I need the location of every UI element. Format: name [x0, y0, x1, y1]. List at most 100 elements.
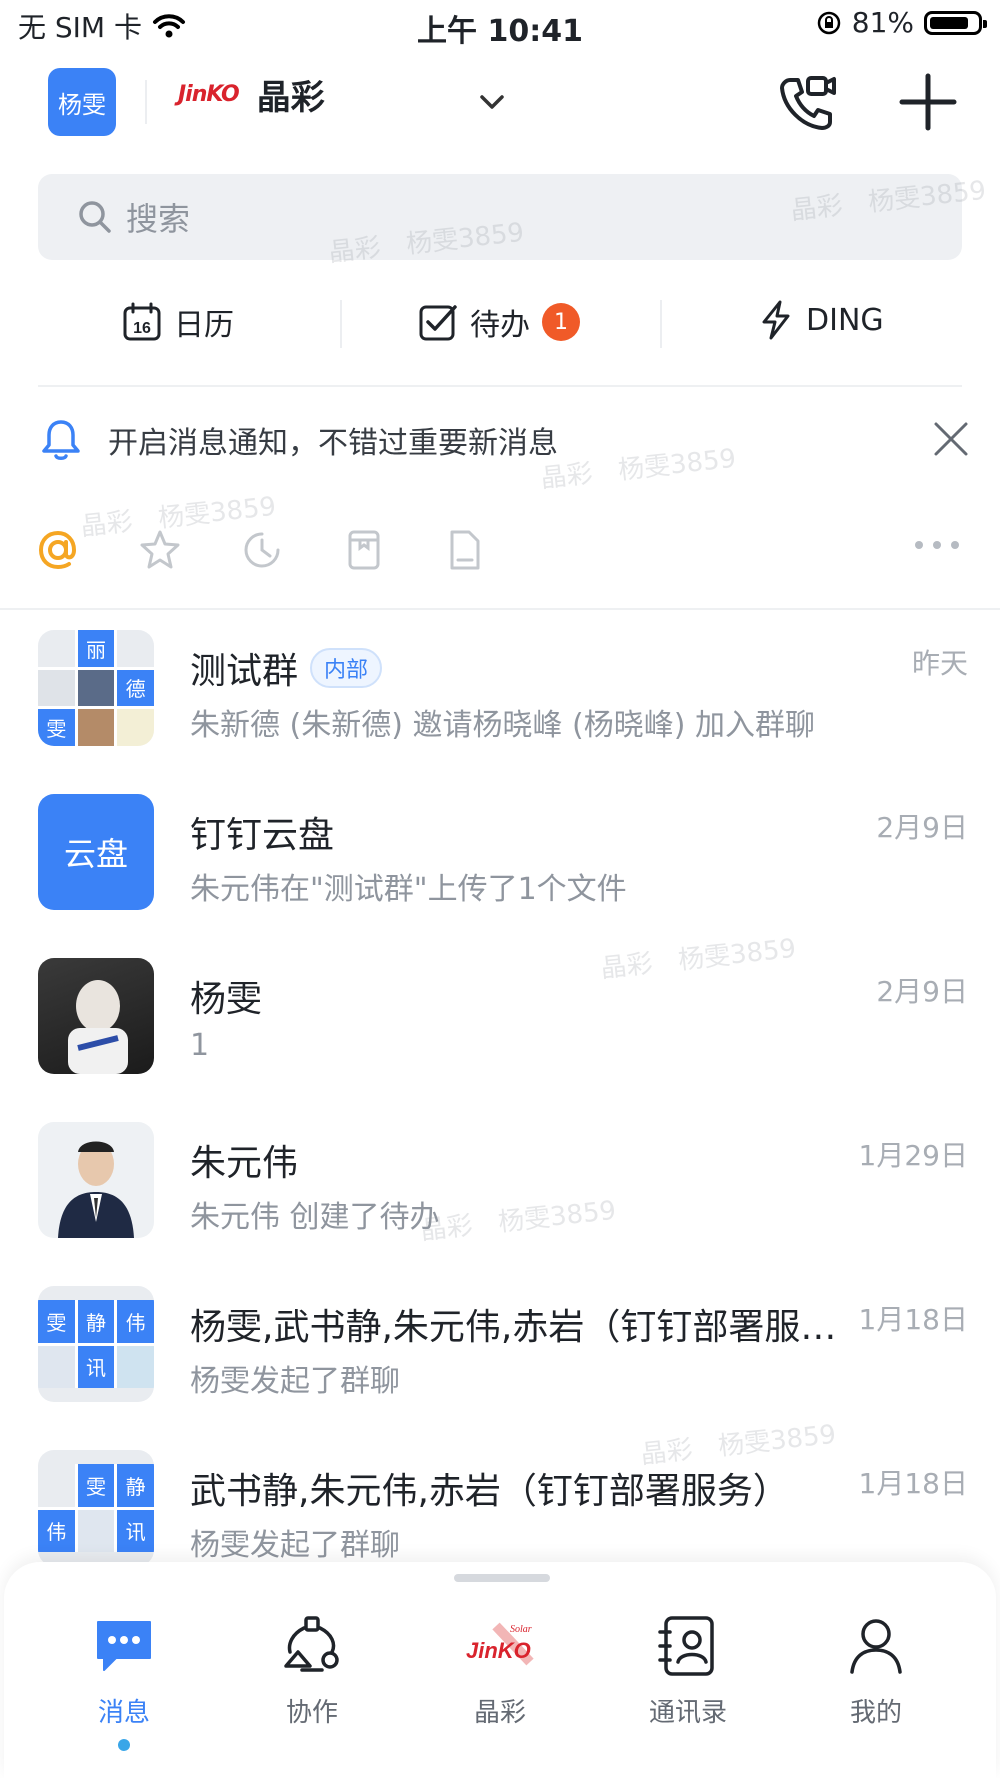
more-icon[interactable] [912, 538, 962, 552]
chat-title: 杨雯 [190, 970, 262, 1022]
chat-preview: 杨雯发起了群聊 [190, 1528, 400, 1563]
chevron-down-icon[interactable] [472, 82, 512, 122]
tab-label: 我的 [849, 1698, 902, 1728]
avatar-cell: 雯 [38, 709, 75, 746]
org-switcher[interactable]: JinKO 晶彩 [178, 70, 325, 119]
at-mention-icon[interactable] [36, 528, 80, 572]
chat-time: 1月18日 [858, 1303, 968, 1336]
chat-title-text: 杨雯 [190, 979, 263, 1020]
divider [38, 385, 962, 387]
active-indicator [118, 1739, 130, 1751]
battery-percent: 81% [851, 6, 914, 39]
document-icon[interactable] [442, 528, 486, 572]
chat-title: 武书静,朱元伟,赤岩（钉钉部署服务） [190, 1462, 789, 1514]
user-avatar-badge[interactable]: 杨雯 [48, 68, 116, 136]
chat-time: 1月29日 [858, 1139, 968, 1172]
calendar-label: 日历 [174, 308, 234, 343]
avatar-cell: 伟 [38, 1509, 75, 1552]
chat-item[interactable]: 朱元伟 朱元伟 创建了待办 1月29日 [0, 1112, 1000, 1272]
filter-bar [0, 520, 1000, 580]
quick-divider [340, 300, 342, 348]
chat-preview: 朱新德 (朱新德) 邀请杨晓峰 (杨晓峰) 加入群聊 [190, 708, 815, 743]
avatar-photo [77, 709, 115, 746]
avatar-cell: 雯 [77, 1464, 115, 1507]
notification-text: 开启消息通知，不错过重要新消息 [108, 426, 558, 461]
avatar-cell: 讯 [77, 1345, 115, 1388]
plus-icon[interactable] [896, 70, 960, 134]
todo-count-badge: 1 [542, 303, 580, 341]
clock-icon[interactable] [240, 528, 284, 572]
tab-messages[interactable]: 消息 [44, 1616, 204, 1751]
battery-icon [924, 10, 987, 35]
jinko-logo-icon: JinKO Solar [466, 1622, 534, 1666]
avatar-cell: 静 [117, 1464, 154, 1507]
chat-title-text: 武书静,朱元伟,赤岩（钉钉部署服务） [190, 1471, 789, 1512]
header-divider [145, 80, 147, 124]
chat-time: 昨天 [911, 647, 968, 680]
avatar-photo [38, 669, 75, 707]
chat-item[interactable]: 雯 静 伟 讯 杨雯,武书静,朱元伟,赤岩（钉钉部署服务） 杨雯发起了群聊 1月… [0, 1276, 1000, 1436]
group-avatar: 雯 静 伟 讯 [38, 1286, 154, 1402]
avatar-photo [38, 1345, 75, 1388]
top-header: 杨雯 JinKO 晶彩 [0, 60, 1000, 150]
group-avatar: 丽 德 雯 [38, 630, 154, 746]
avatar-photo [117, 709, 154, 746]
svg-text:Solar: Solar [510, 1624, 532, 1635]
chat-title: 杨雯,武书静,朱元伟,赤岩（钉钉部署服务） [190, 1298, 850, 1350]
tab-contacts[interactable]: 通讯录 [608, 1616, 768, 1729]
chat-item[interactable]: 丽 德 雯 测试群 内部 朱新德 (朱新德) 邀请杨晓峰 (杨晓峰) 加入群聊 … [0, 620, 1000, 780]
bottom-tab-bar: 消息 协作 JinKO Solar 晶彩 通讯录 我的 [4, 1562, 996, 1778]
person-icon [850, 1619, 902, 1674]
tab-label: 通讯录 [648, 1698, 727, 1728]
tab-me[interactable]: 我的 [796, 1616, 956, 1729]
close-icon[interactable] [932, 420, 970, 458]
orientation-lock-icon [817, 11, 841, 34]
tab-label: 消息 [97, 1698, 150, 1728]
chat-bubble-icon [97, 1621, 151, 1671]
avatar-cell: 雯 [38, 1300, 75, 1343]
avatar-photo [77, 1509, 115, 1552]
person-photo [68, 980, 128, 1074]
lightning-icon [762, 300, 790, 340]
chat-time: 2月9日 [876, 975, 968, 1008]
search-icon [79, 201, 111, 233]
avatar-text: 云盘 [63, 835, 128, 873]
jinko-logo: JinKO [178, 82, 240, 107]
collaboration-icon [284, 1616, 339, 1672]
chat-title: 朱元伟 [190, 1134, 298, 1186]
avatar-cell: 德 [117, 669, 154, 707]
internal-tag: 内部 [310, 648, 383, 688]
tab-org-jinko[interactable]: JinKO Solar 晶彩 [420, 1616, 580, 1729]
avatar-grid: 雯 静 伟 讯 [38, 1300, 154, 1388]
chat-item[interactable]: 杨雯 1 2月9日 [0, 948, 1000, 1108]
chat-preview: 1 [190, 1028, 210, 1063]
chat-item[interactable]: 云盘 钉钉云盘 朱元伟在"测试群"上传了1个文件 2月9日 [0, 784, 1000, 944]
svg-text:16: 16 [133, 320, 151, 337]
ding-label: DING [806, 302, 884, 338]
calendar-button[interactable]: 16 日历 [122, 300, 234, 344]
video-call-icon[interactable] [776, 70, 840, 134]
avatar-cell: 静 [77, 1300, 115, 1343]
avatar-cell: 伟 [117, 1300, 154, 1343]
person-photo [58, 1141, 134, 1238]
chat-time: 1月18日 [858, 1467, 968, 1500]
drag-handle[interactable] [454, 1574, 550, 1582]
chat-title: 测试群 内部 [190, 642, 383, 694]
ding-button[interactable]: DING [758, 300, 884, 340]
user-avatar-photo [38, 1122, 154, 1238]
chat-title: 钉钉云盘 [190, 806, 334, 858]
user-avatar-photo [38, 958, 154, 1074]
notification-banner[interactable]: 开启消息通知，不错过重要新消息 [0, 404, 1000, 476]
star-icon[interactable] [138, 528, 182, 572]
bookmark-icon[interactable] [342, 528, 386, 572]
cloud-disk-avatar: 云盘 [38, 794, 154, 910]
search-bar[interactable]: 搜索 [38, 174, 962, 260]
todo-button[interactable]: 待办 1 [418, 300, 580, 344]
bell-icon [42, 420, 80, 460]
avatar-cell [38, 1464, 75, 1507]
tab-collaboration[interactable]: 协作 [232, 1616, 392, 1729]
chat-preview: 朱元伟 创建了待办 [190, 1200, 440, 1235]
chat-title-text: 钉钉云盘 [190, 815, 335, 856]
avatar-cell [38, 630, 75, 667]
avatar-photo [117, 1345, 154, 1388]
